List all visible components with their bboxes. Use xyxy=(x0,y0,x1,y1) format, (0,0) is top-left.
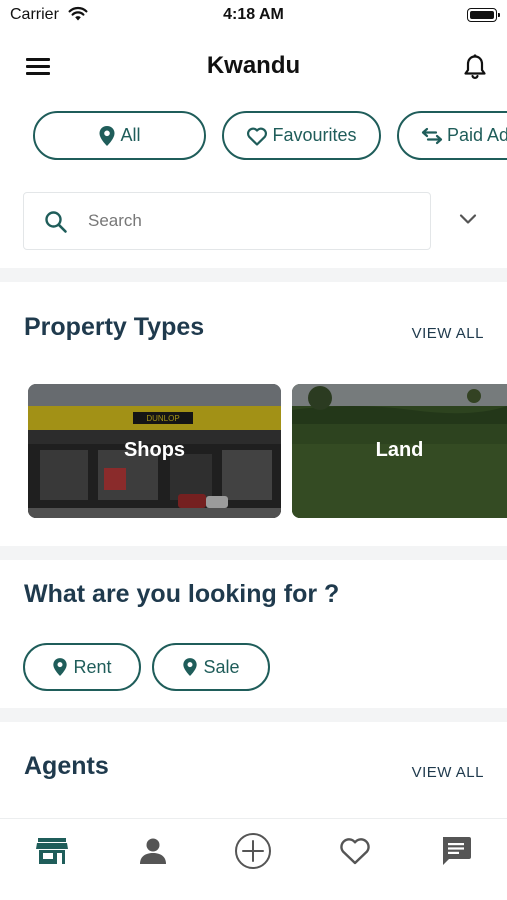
tab-messages[interactable] xyxy=(436,833,476,869)
filter-chip-label: Paid Ad xyxy=(447,125,507,145)
section-divider xyxy=(0,546,507,560)
chat-icon xyxy=(443,837,471,865)
bottom-tab-bar xyxy=(0,818,507,900)
person-icon xyxy=(140,838,166,864)
store-icon xyxy=(36,838,68,864)
option-label: Sale xyxy=(203,656,240,677)
filter-chip-favourites[interactable]: Favourites xyxy=(222,111,381,160)
app-title: Kwandu xyxy=(206,52,301,79)
tab-store[interactable] xyxy=(32,833,72,869)
filter-chip-label: All xyxy=(120,125,141,145)
clock: 4:18 AM xyxy=(223,6,284,23)
property-type-card-land[interactable]: Land xyxy=(292,384,507,518)
rent-option-button[interactable]: Rent xyxy=(23,643,141,691)
property-type-card-shops[interactable]: DUNLOP Shops xyxy=(28,384,281,518)
chevron-down-icon[interactable] xyxy=(458,212,478,226)
filter-chip-all[interactable]: All xyxy=(33,111,206,160)
agents-title: Agents xyxy=(24,752,109,780)
search-icon xyxy=(45,211,67,233)
location-pin-icon xyxy=(53,658,68,676)
search-box[interactable] xyxy=(23,192,431,250)
battery-icon xyxy=(467,8,500,22)
filter-chip-row: All Favourites Paid Ad xyxy=(0,111,507,161)
location-pin-icon xyxy=(183,658,198,676)
swap-arrows-icon xyxy=(421,127,443,144)
filter-chip-label: Favourites xyxy=(272,125,357,145)
looking-for-title: What are you looking for ? xyxy=(24,580,340,608)
add-circle-icon xyxy=(235,833,271,869)
status-bar: Carrier 4:18 AM xyxy=(0,0,507,30)
property-types-title: Property Types xyxy=(24,313,205,341)
filter-chip-paid-ad[interactable]: Paid Ad xyxy=(397,111,507,160)
heart-icon xyxy=(340,838,370,865)
section-divider xyxy=(0,708,507,722)
bell-icon[interactable] xyxy=(462,53,488,81)
section-divider xyxy=(0,268,507,282)
tab-profile[interactable] xyxy=(133,833,173,869)
heart-outline-icon xyxy=(247,127,268,146)
sale-option-button[interactable]: Sale xyxy=(152,643,270,691)
property-type-label: Land xyxy=(375,439,424,461)
app-header: Kwandu xyxy=(0,40,507,92)
agents-view-all-link[interactable]: VIEW ALL xyxy=(384,764,484,781)
tab-add-listing[interactable] xyxy=(233,833,273,869)
property-types-view-all-link[interactable]: VIEW ALL xyxy=(384,325,484,342)
tab-favourites[interactable] xyxy=(335,833,375,869)
search-input[interactable] xyxy=(88,193,418,249)
option-label: Rent xyxy=(73,656,112,677)
property-type-label: Shops xyxy=(123,439,186,461)
location-pin-icon xyxy=(99,125,115,146)
